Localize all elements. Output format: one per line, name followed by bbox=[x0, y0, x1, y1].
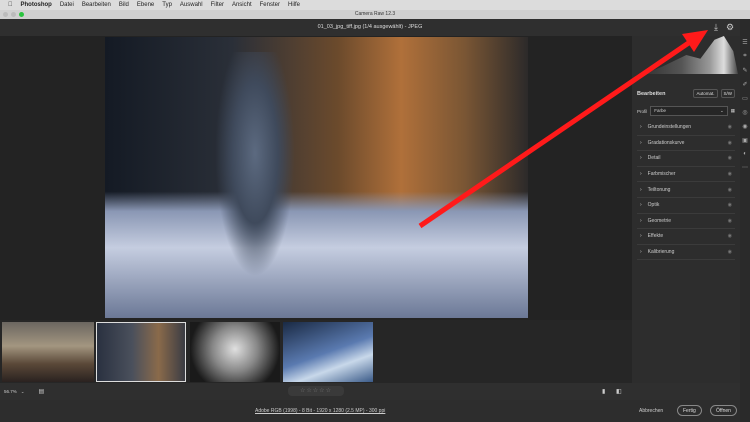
star-rating[interactable]: ☆☆☆☆☆ bbox=[288, 386, 344, 396]
thumbnail-1[interactable] bbox=[2, 322, 94, 382]
brush-tool-icon[interactable]: ✐ bbox=[742, 81, 747, 88]
filmstrip-toggle-icon[interactable]: ▤ bbox=[39, 388, 45, 395]
done-button[interactable]: Fertig bbox=[677, 405, 702, 416]
chevron-down-icon[interactable]: ⌄ bbox=[21, 389, 25, 395]
compare-icon[interactable]: ◧ bbox=[616, 388, 622, 395]
photo-preview bbox=[105, 37, 528, 318]
filmstrip bbox=[0, 320, 632, 383]
profile-value: Farbe bbox=[654, 108, 667, 113]
panel-section[interactable]: › Teiltonung ◉ bbox=[637, 182, 735, 198]
panel-section[interactable]: › Detail ◉ bbox=[637, 151, 735, 167]
close-button[interactable] bbox=[3, 12, 8, 17]
menu-auswahl[interactable]: Auswahl bbox=[180, 2, 203, 8]
chevron-down-icon: ⌄ bbox=[719, 108, 724, 113]
menu-filter[interactable]: Filter bbox=[211, 2, 224, 8]
chevron-right-icon: › bbox=[640, 139, 642, 146]
chevron-right-icon: › bbox=[640, 124, 642, 131]
bottom-bar: 56.7% ⌄ ▤ ☆☆☆☆☆ ▮ ◧ bbox=[0, 383, 740, 400]
menu-fenster[interactable]: Fenster bbox=[260, 2, 280, 8]
filename: 01_03_jpg_tiff.jpg (1/4 ausgewählt) - JP… bbox=[317, 24, 423, 30]
eye-icon[interactable]: ◉ bbox=[728, 218, 735, 224]
before-after-icon[interactable]: ▮ bbox=[602, 388, 605, 395]
edit-tool-icon[interactable]: ☰ bbox=[742, 39, 747, 46]
chevron-right-icon: › bbox=[640, 171, 642, 178]
eye-icon[interactable]: ◉ bbox=[728, 187, 735, 193]
thumbnail-2-selected[interactable] bbox=[96, 322, 186, 382]
menubar:  Photoshop Datei Bearbeiten Bild Ebene … bbox=[0, 0, 750, 10]
chevron-right-icon: › bbox=[640, 249, 642, 256]
thumbnail-3[interactable] bbox=[190, 322, 280, 382]
workflow-options-link[interactable]: Adobe RGB (1998) - 8 Bit - 1920 x 1280 (… bbox=[255, 408, 385, 414]
section-label: Geometrie bbox=[647, 217, 672, 224]
apple-icon[interactable]:  bbox=[8, 2, 13, 8]
menu-ebene[interactable]: Ebene bbox=[137, 2, 154, 8]
more-icon[interactable]: ⋯ bbox=[742, 164, 748, 171]
eye-icon[interactable]: ◉ bbox=[728, 249, 735, 255]
section-label: Gradationskurve bbox=[647, 139, 685, 146]
zoom-level[interactable]: 56.7% bbox=[4, 389, 17, 394]
crop-tool-icon[interactable]: ⌗ bbox=[743, 53, 746, 60]
panel-section[interactable]: › Gradationskurve ◉ bbox=[637, 136, 735, 152]
radial-tool-icon[interactable]: ◎ bbox=[742, 109, 747, 116]
profile-browser-icon[interactable]: ▦ bbox=[731, 108, 735, 114]
redeye-tool-icon[interactable]: ◉ bbox=[742, 123, 747, 130]
menu-typ[interactable]: Typ bbox=[162, 2, 172, 8]
snapshot-icon[interactable]: ▣ bbox=[742, 137, 748, 144]
chevron-right-icon: › bbox=[640, 155, 642, 162]
profile-label: Profil bbox=[637, 108, 648, 114]
chevron-right-icon: › bbox=[640, 233, 642, 240]
thumbnail-4[interactable] bbox=[283, 322, 373, 382]
open-button[interactable]: Öffnen bbox=[710, 405, 737, 416]
gradient-tool-icon[interactable]: ▭ bbox=[742, 95, 748, 102]
section-label: Optik bbox=[647, 202, 660, 209]
section-label: Kalibrierung bbox=[647, 249, 675, 256]
section-label: Farbmischer bbox=[647, 171, 676, 178]
menu-app[interactable]: Photoshop bbox=[21, 2, 52, 8]
minimize-button[interactable] bbox=[11, 12, 16, 17]
title-bar: Camera Raw 12.3 bbox=[0, 10, 750, 19]
panel-section[interactable]: › Optik ◉ bbox=[637, 198, 735, 214]
profile-select[interactable]: Farbe ⌄ bbox=[650, 106, 728, 116]
panel-title: Bearbeiten bbox=[637, 90, 666, 97]
dog-subject bbox=[215, 52, 295, 277]
save-icon[interactable]: ⤓ bbox=[711, 22, 721, 32]
menu-datei[interactable]: Datei bbox=[60, 2, 74, 8]
eye-icon[interactable]: ◉ bbox=[728, 124, 735, 130]
menu-bild[interactable]: Bild bbox=[119, 2, 129, 8]
menu-bearbeiten[interactable]: Bearbeiten bbox=[82, 2, 111, 8]
eye-icon[interactable]: ◉ bbox=[728, 140, 735, 146]
chevron-right-icon: › bbox=[640, 217, 642, 224]
eye-icon[interactable]: ◉ bbox=[728, 233, 735, 239]
eye-icon[interactable]: ◉ bbox=[728, 202, 735, 208]
panel-section[interactable]: › Grundeinstellungen ◉ bbox=[637, 120, 735, 136]
zoom-button[interactable] bbox=[19, 12, 24, 17]
panel-section[interactable]: › Geometrie ◉ bbox=[637, 214, 735, 230]
cancel-button[interactable]: Abbrechen bbox=[639, 408, 663, 414]
histogram bbox=[644, 36, 738, 74]
eye-icon[interactable]: ◉ bbox=[728, 155, 735, 161]
footer: Adobe RGB (1998) - 8 Bit - 1920 x 1280 (… bbox=[0, 400, 740, 422]
section-label: Effekte bbox=[647, 233, 664, 240]
section-label: Detail bbox=[647, 155, 661, 162]
section-label: Teiltonung bbox=[647, 186, 671, 193]
tool-strip: ☰ ⌗ ✎ ✐ ▭ ◎ ◉ ▣ ◐ ⋯ bbox=[740, 19, 750, 422]
panel-section[interactable]: › Effekte ◉ bbox=[637, 229, 735, 245]
heal-tool-icon[interactable]: ✎ bbox=[742, 67, 747, 74]
chevron-right-icon: › bbox=[640, 202, 642, 209]
panel-section[interactable]: › Farbmischer ◉ bbox=[637, 167, 735, 183]
auto-button[interactable]: Automat. bbox=[693, 89, 718, 98]
eye-icon[interactable]: ◉ bbox=[728, 171, 735, 177]
panel-section[interactable]: › Kalibrierung ◉ bbox=[637, 245, 735, 261]
file-bar: 01_03_jpg_tiff.jpg (1/4 ausgewählt) - JP… bbox=[0, 19, 740, 36]
section-label: Grundeinstellungen bbox=[647, 124, 692, 131]
bw-button[interactable]: S/W bbox=[720, 89, 735, 98]
menu-hilfe[interactable]: Hilfe bbox=[288, 2, 300, 8]
image-canvas[interactable] bbox=[0, 36, 632, 320]
window-title: Camera Raw 12.3 bbox=[354, 11, 396, 17]
menu-ansicht[interactable]: Ansicht bbox=[232, 2, 252, 8]
presets-icon[interactable]: ◐ bbox=[743, 151, 747, 157]
edit-panel: Bearbeiten Automat. S/W Profil Farbe ⌄ ▦ … bbox=[632, 36, 740, 400]
chevron-right-icon: › bbox=[640, 186, 642, 193]
gear-icon[interactable]: ⚙ bbox=[725, 22, 735, 32]
